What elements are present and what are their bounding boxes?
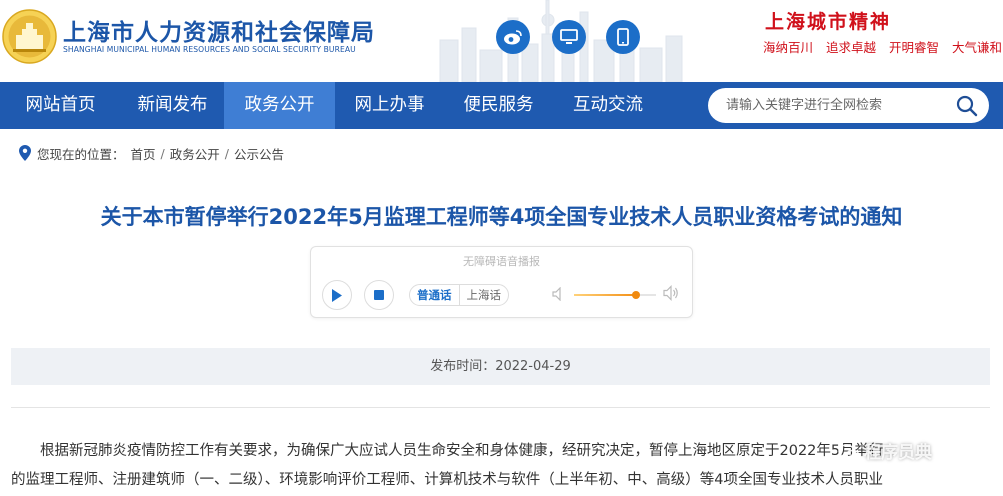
voice-player-title: 无障碍语音播报 bbox=[463, 255, 540, 268]
nav-item-online-services[interactable]: 网上办事 bbox=[335, 82, 444, 129]
language-mandarin[interactable]: 普通话 bbox=[410, 285, 459, 305]
language-shanghainese[interactable]: 上海话 bbox=[458, 285, 509, 305]
nav-item-home[interactable]: 网站首页 bbox=[0, 82, 121, 129]
nav-item-public-services[interactable]: 便民服务 bbox=[444, 82, 553, 129]
main-nav: 网站首页 新闻发布 政务公开 网上办事 便民服务 互动交流 bbox=[0, 82, 1003, 129]
city-spirit-list: 海纳百川 追求卓越 开明睿智 大气谦和 bbox=[763, 37, 1003, 56]
site-search bbox=[708, 88, 989, 123]
breadcrumb-prefix: 您现在的位置： bbox=[37, 146, 125, 162]
language-switch: 普通话 上海话 bbox=[409, 284, 509, 306]
search-icon[interactable] bbox=[956, 95, 978, 117]
mobile-button[interactable] bbox=[606, 20, 640, 54]
volume-slider[interactable] bbox=[574, 291, 656, 299]
bureau-logo[interactable] bbox=[2, 9, 57, 64]
desktop-icon bbox=[560, 29, 578, 44]
city-spirit-item: 追求卓越 bbox=[826, 40, 877, 55]
location-pin-icon bbox=[19, 145, 31, 161]
publish-date: 2022-04-29 bbox=[495, 359, 571, 374]
volume-slider-handle[interactable] bbox=[631, 291, 640, 299]
breadcrumb: 您现在的位置： 首页 / 政务公开 / 公示公告 bbox=[19, 144, 284, 162]
breadcrumb-separator: / bbox=[160, 145, 165, 161]
city-spirit-title: 上海城市精神 bbox=[765, 11, 892, 33]
city-spirit-item: 开明睿智 bbox=[889, 40, 940, 55]
wechat-watermark: 程序员典 bbox=[838, 438, 932, 463]
site-header: 上海市人力资源和社会保障局 SHANGHAI MUNICIPAL HUMAN R… bbox=[0, 0, 1003, 82]
search-input[interactable] bbox=[726, 88, 946, 123]
volume-high-icon bbox=[663, 285, 678, 301]
breadcrumb-government-affairs[interactable]: 政务公开 bbox=[170, 144, 220, 163]
wechat-icon bbox=[838, 444, 860, 462]
breadcrumb-separator: / bbox=[224, 145, 229, 161]
play-icon bbox=[332, 288, 342, 302]
site-title: 上海市人力资源和社会保障局 bbox=[63, 20, 375, 46]
divider bbox=[11, 407, 990, 408]
volume-low-icon bbox=[552, 287, 561, 301]
nav-item-news[interactable]: 新闻发布 bbox=[121, 82, 224, 129]
nav-item-government-affairs[interactable]: 政务公开 bbox=[224, 82, 335, 129]
breadcrumb-home[interactable]: 首页 bbox=[131, 144, 156, 163]
play-button[interactable] bbox=[322, 280, 352, 310]
city-spirit-item: 海纳百川 bbox=[763, 40, 814, 55]
article-paragraph-line: 的监理工程师、注册建筑师（一、二级）、环境影响评价工程师、计算机技术与软件（上半… bbox=[11, 472, 883, 488]
watermark-text: 程序员典 bbox=[864, 443, 932, 463]
nav-item-interaction[interactable]: 互动交流 bbox=[553, 82, 663, 129]
article-title: 关于本市暂停举行2022年5月监理工程师等4项全国专业技术人员职业资格考试的通知 bbox=[100, 205, 903, 229]
stop-button[interactable] bbox=[364, 280, 394, 310]
weibo-icon bbox=[504, 30, 522, 45]
desktop-button[interactable] bbox=[552, 20, 586, 54]
publish-info: 发布时间：2022-04-29 bbox=[11, 348, 990, 385]
breadcrumb-announcements[interactable]: 公示公告 bbox=[234, 144, 284, 163]
stop-icon bbox=[374, 290, 384, 300]
weibo-button[interactable] bbox=[496, 20, 530, 54]
voice-player: 无障碍语音播报 普通话 上海话 bbox=[310, 246, 693, 318]
publish-label: 发布时间： bbox=[430, 359, 496, 374]
site-subtitle: SHANGHAI MUNICIPAL HUMAN RESOURCES AND S… bbox=[63, 45, 356, 54]
mobile-icon bbox=[617, 28, 629, 46]
city-spirit-item: 大气谦和 bbox=[952, 40, 1003, 55]
volume-slider-fill bbox=[574, 294, 636, 296]
